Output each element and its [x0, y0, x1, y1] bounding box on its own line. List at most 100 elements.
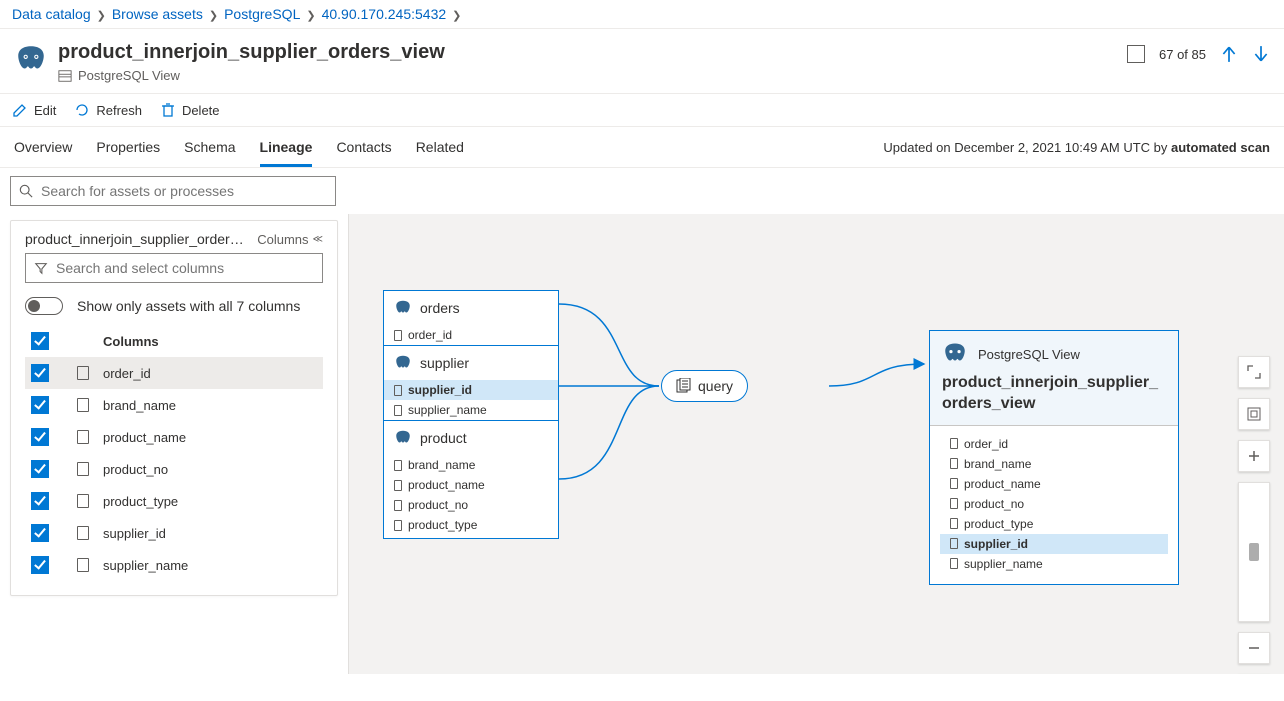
tab-properties[interactable]: Properties	[96, 127, 160, 167]
column-row[interactable]: supplier_id	[25, 517, 323, 549]
zoom-in-button[interactable]	[1238, 440, 1270, 472]
breadcrumb-link[interactable]: PostgreSQL	[224, 6, 300, 22]
zoom-slider[interactable]	[1238, 482, 1270, 622]
columns-collapse[interactable]: Columns ≪	[257, 232, 323, 247]
column-row[interactable]: product_name	[25, 421, 323, 453]
column-checkbox[interactable]	[31, 492, 49, 510]
node-col: product_type	[964, 517, 1033, 531]
tab-schema[interactable]: Schema	[184, 127, 235, 167]
column-row[interactable]: supplier_name	[25, 549, 323, 581]
column-label: order_id	[103, 366, 151, 381]
column-icon	[394, 330, 402, 341]
column-row[interactable]: order_id	[25, 357, 323, 389]
zoom-out-button[interactable]	[1238, 632, 1270, 664]
column-row[interactable]: product_no	[25, 453, 323, 485]
column-checkbox[interactable]	[31, 524, 49, 542]
node-col: brand_name	[964, 457, 1031, 471]
column-icon	[950, 438, 958, 449]
column-row[interactable]: product_type	[25, 485, 323, 517]
edit-button[interactable]: Edit	[12, 102, 56, 118]
page-title: product_innerjoin_supplier_orders_view	[58, 41, 445, 64]
column-label: brand_name	[103, 398, 176, 413]
postgresql-icon	[942, 341, 968, 367]
postgresql-icon	[394, 299, 412, 317]
column-icon	[394, 480, 402, 491]
chevron-left-icon: ≪	[313, 234, 323, 245]
tab-overview[interactable]: Overview	[14, 127, 72, 167]
column-filter-field[interactable]	[56, 260, 314, 276]
column-row[interactable]: brand_name	[25, 389, 323, 421]
edit-label: Edit	[34, 103, 56, 118]
node-col: supplier_name	[408, 403, 487, 417]
node-col: product_no	[964, 497, 1024, 511]
tab-lineage[interactable]: Lineage	[260, 127, 313, 167]
source-node[interactable]: orders order_id supplier supplier_id sup…	[383, 290, 559, 539]
node-col: product_name	[964, 477, 1041, 491]
node-col: product_name	[408, 478, 485, 492]
breadcrumb-link[interactable]: 40.90.170.245:5432	[322, 6, 447, 22]
breadcrumb-link[interactable]: Browse assets	[112, 6, 203, 22]
column-icon	[950, 538, 958, 549]
select-all-checkbox[interactable]	[31, 332, 49, 350]
refresh-label: Refresh	[96, 103, 142, 118]
fullscreen-button[interactable]	[1238, 356, 1270, 388]
column-label: product_type	[103, 494, 178, 509]
node-col: supplier_name	[964, 557, 1043, 571]
column-checkbox[interactable]	[31, 364, 49, 382]
column-label: product_no	[103, 462, 168, 477]
delete-label: Delete	[182, 103, 220, 118]
target-type: PostgreSQL View	[978, 347, 1080, 362]
postgresql-icon	[394, 429, 412, 447]
refresh-button[interactable]: Refresh	[74, 102, 142, 118]
delete-button[interactable]: Delete	[160, 102, 220, 118]
chevron-right-icon: ❯	[306, 7, 315, 22]
columns-panel: product_innerjoin_supplier_orders_v... C…	[10, 220, 338, 596]
asset-header: product_innerjoin_supplier_orders_view P…	[0, 29, 1284, 94]
postgresql-icon	[394, 354, 412, 372]
node-col: supplier_id	[964, 537, 1028, 551]
postgresql-icon	[14, 43, 48, 77]
column-icon	[77, 558, 89, 572]
node-title: supplier	[420, 355, 469, 371]
show-only-toggle[interactable]	[25, 297, 63, 315]
column-icon	[77, 366, 89, 380]
column-checkbox[interactable]	[31, 460, 49, 478]
canvas-tools	[1238, 356, 1270, 674]
tab-contacts[interactable]: Contacts	[336, 127, 391, 167]
fit-button[interactable]	[1238, 398, 1270, 430]
column-filter[interactable]	[25, 253, 323, 283]
search-field[interactable]	[41, 183, 327, 199]
node-col: order_id	[408, 328, 452, 342]
column-icon	[950, 478, 958, 489]
column-checkbox[interactable]	[31, 556, 49, 574]
target-title: product_innerjoin_supplier_orders_view	[930, 373, 1178, 425]
arrow-up-icon[interactable]	[1220, 45, 1238, 63]
asset-type-label: PostgreSQL View	[78, 68, 180, 83]
target-node[interactable]: PostgreSQL View product_innerjoin_suppli…	[929, 330, 1179, 585]
node-title: product	[420, 430, 467, 446]
lineage-canvas[interactable]: orders order_id supplier supplier_id sup…	[348, 214, 1284, 674]
query-node[interactable]: query	[661, 370, 748, 402]
breadcrumb-link[interactable]: Data catalog	[12, 6, 91, 22]
column-icon	[394, 385, 402, 396]
toggle-label: Show only assets with all 7 columns	[77, 298, 300, 314]
chevron-right-icon: ❯	[209, 7, 218, 22]
arrow-down-icon[interactable]	[1252, 45, 1270, 63]
columns-header: Columns	[103, 334, 159, 349]
column-icon	[950, 558, 958, 569]
search-input[interactable]	[10, 176, 336, 206]
column-icon	[394, 500, 402, 511]
column-icon	[394, 405, 402, 416]
column-icon	[77, 398, 89, 412]
column-label: supplier_id	[103, 526, 166, 541]
tab-related[interactable]: Related	[416, 127, 464, 167]
column-checkbox[interactable]	[31, 396, 49, 414]
column-checkbox[interactable]	[31, 428, 49, 446]
chevron-right-icon: ❯	[452, 7, 461, 22]
chevron-right-icon: ❯	[97, 7, 106, 22]
column-label: supplier_name	[103, 558, 188, 573]
node-col: supplier_id	[408, 383, 472, 397]
breadcrumb: Data catalog ❯ Browse assets ❯ PostgreSQ…	[0, 0, 1284, 29]
select-checkbox[interactable]	[1127, 45, 1145, 63]
search-icon	[19, 184, 33, 198]
